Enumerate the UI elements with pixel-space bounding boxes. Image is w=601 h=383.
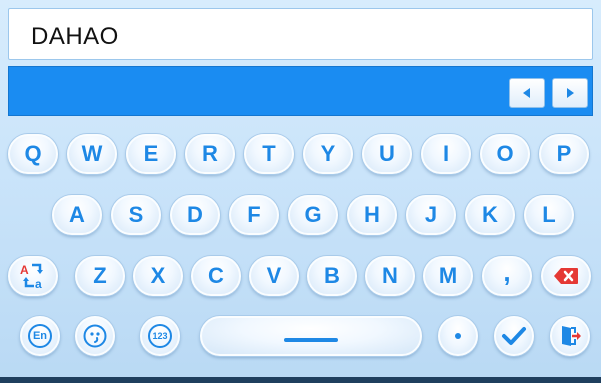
key-v[interactable]: V: [249, 256, 299, 296]
case-toggle-key[interactable]: A a: [8, 256, 58, 296]
key-p[interactable]: P: [539, 134, 589, 174]
confirm-key[interactable]: [494, 316, 534, 356]
language-label: En: [28, 324, 52, 348]
key-h[interactable]: H: [347, 195, 397, 235]
svg-text:a: a: [35, 277, 42, 291]
key-u[interactable]: U: [362, 134, 412, 174]
next-candidate-button[interactable]: [552, 78, 588, 108]
key-q[interactable]: Q: [8, 134, 58, 174]
exit-key[interactable]: [550, 316, 590, 356]
key-c[interactable]: C: [191, 256, 241, 296]
right-arrow-icon: [567, 88, 574, 98]
key-j[interactable]: J: [406, 195, 456, 235]
left-arrow-icon: [523, 88, 530, 98]
text-input-field[interactable]: DAHAO: [8, 8, 593, 60]
case-toggle-icon: A a: [20, 263, 43, 291]
key-d[interactable]: D: [170, 195, 220, 235]
key-k[interactable]: K: [465, 195, 515, 235]
svg-text:A: A: [20, 263, 29, 277]
key-l[interactable]: L: [524, 195, 574, 235]
key-r[interactable]: R: [185, 134, 235, 174]
key-n[interactable]: N: [365, 256, 415, 296]
candidate-bar: [8, 66, 593, 116]
input-value: DAHAO: [31, 23, 119, 50]
key-g[interactable]: G: [288, 195, 338, 235]
key-o[interactable]: O: [480, 134, 530, 174]
checkmark-icon: [502, 327, 526, 345]
key-y[interactable]: Y: [303, 134, 353, 174]
space-key[interactable]: [200, 316, 422, 356]
backspace-key[interactable]: [541, 256, 591, 296]
comma-label: ,: [503, 257, 511, 287]
space-icon: [284, 338, 338, 342]
key-comma[interactable]: ,: [482, 256, 532, 296]
period-icon: [455, 333, 461, 339]
numbers-label: 123: [148, 324, 172, 348]
key-a[interactable]: A: [52, 195, 102, 235]
key-f[interactable]: F: [229, 195, 279, 235]
backspace-icon: [554, 268, 578, 284]
numbers-key[interactable]: 123: [140, 316, 180, 356]
key-t[interactable]: T: [244, 134, 294, 174]
key-e[interactable]: E: [126, 134, 176, 174]
language-key[interactable]: En: [20, 316, 60, 356]
key-i[interactable]: I: [421, 134, 471, 174]
key-s[interactable]: S: [111, 195, 161, 235]
emoji-icon: [83, 324, 107, 348]
prev-candidate-button[interactable]: [509, 78, 545, 108]
key-w[interactable]: W: [67, 134, 117, 174]
key-b[interactable]: B: [307, 256, 357, 296]
key-m[interactable]: M: [423, 256, 473, 296]
emoji-key[interactable]: [75, 316, 115, 356]
key-x[interactable]: X: [133, 256, 183, 296]
period-key[interactable]: [438, 316, 478, 356]
key-z[interactable]: Z: [75, 256, 125, 296]
onscreen-keyboard: DAHAO Q W E R T Y U I O P A S D F G H J …: [0, 0, 601, 383]
exit-door-icon: [562, 326, 581, 346]
